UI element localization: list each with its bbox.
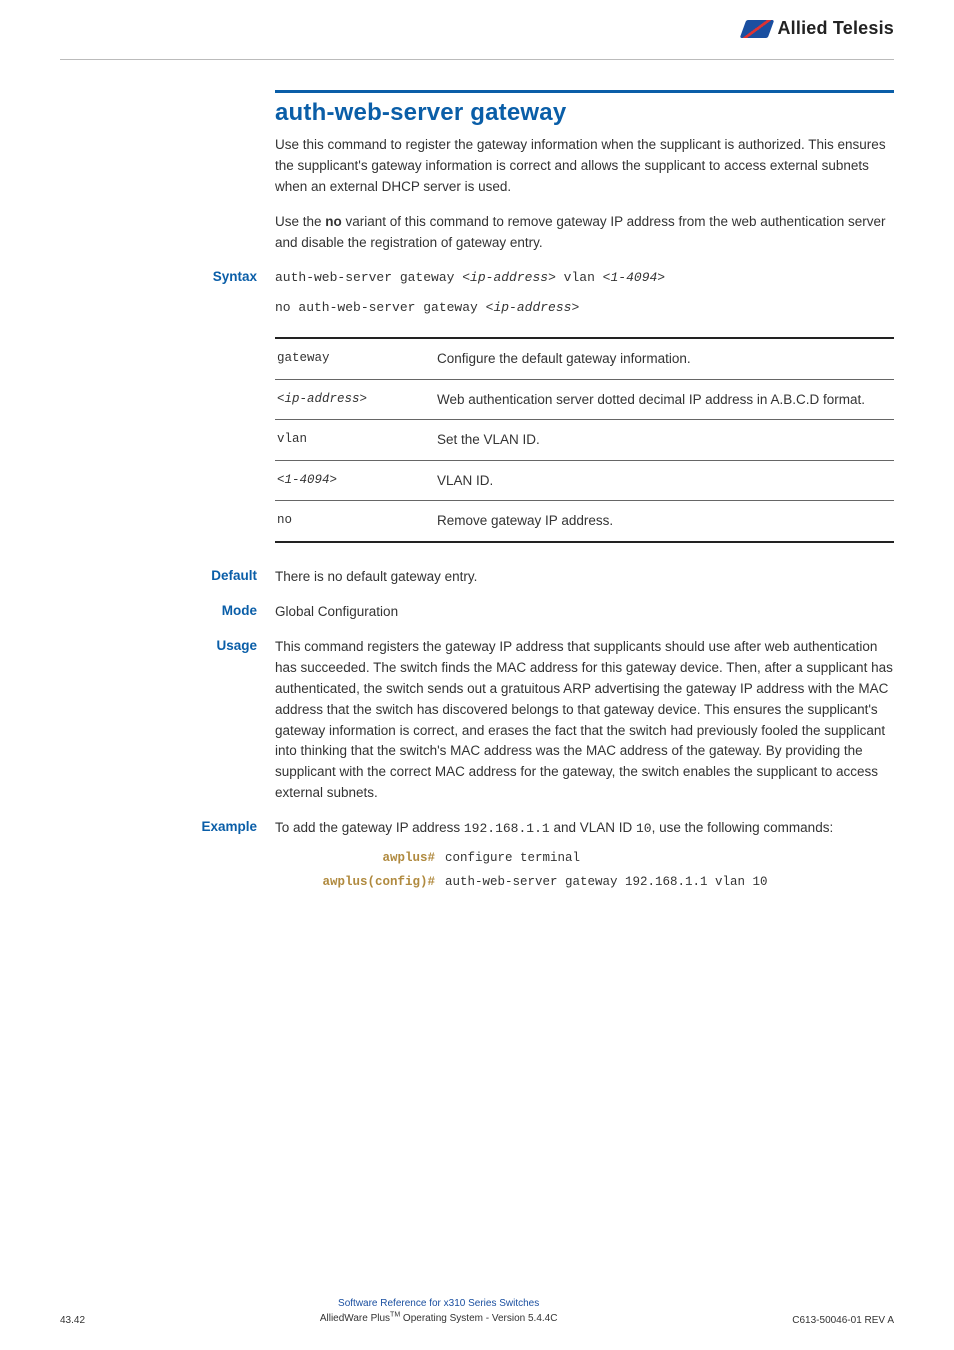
mode-label: Mode <box>60 602 275 623</box>
syntax-line-1: auth-web-server gateway <ip-address> vla… <box>275 268 894 289</box>
param-ipaddress: ip-address <box>470 270 548 285</box>
param-vlanrange: 1-4094 <box>610 270 657 285</box>
prompt: awplus(config)# <box>275 873 445 892</box>
syntax-label: Syntax <box>60 268 275 553</box>
command-line: awplus(config)#auth-web-server gateway 1… <box>275 873 894 892</box>
param-ipaddress: ip-address <box>493 300 571 315</box>
example-section: Example To add the gateway IP address 19… <box>275 818 894 896</box>
param-name: vlan <box>275 420 435 461</box>
intro-paragraph-2: Use the no variant of this command to re… <box>275 212 894 254</box>
footer-line-1: Software Reference for x310 Series Switc… <box>85 1297 792 1311</box>
param-name: <1-4094> <box>275 460 435 501</box>
example-ip: 192.168.1.1 <box>464 821 550 836</box>
prompt: awplus# <box>275 849 445 868</box>
param-name: gateway <box>275 338 435 379</box>
table-row: vlanSet the VLAN ID. <box>275 420 894 461</box>
param-desc: Remove gateway IP address. <box>435 501 894 542</box>
brand-logo: Allied Telesis <box>743 18 894 39</box>
syntax-line-2: no auth-web-server gateway <ip-address> <box>275 298 894 319</box>
logo-text: Allied Telesis <box>777 18 894 39</box>
text: > <box>571 300 579 315</box>
text: auth-web-server gateway < <box>275 270 470 285</box>
parameter-table: gatewayConfigure the default gateway inf… <box>275 337 894 543</box>
example-vlan: 10 <box>636 821 652 836</box>
mode-section: Mode Global Configuration <box>275 602 894 623</box>
usage-text: This command registers the gateway IP ad… <box>275 637 894 804</box>
mode-text: Global Configuration <box>275 602 894 623</box>
syntax-section: Syntax auth-web-server gateway <ip-addre… <box>275 268 894 553</box>
footer-docid: C613-50046-01 REV A <box>792 1315 894 1326</box>
footer-product: AlliedWare PlusTM Operating System - Ver… <box>320 1313 558 1324</box>
logo-icon <box>740 20 775 38</box>
command-block: awplus#configure terminalawplus(config)#… <box>275 849 894 892</box>
param-desc: Web authentication server dotted decimal… <box>435 379 894 420</box>
text: variant of this command to remove gatewa… <box>275 214 886 250</box>
text: no auth-web-server gateway < <box>275 300 493 315</box>
table-row: noRemove gateway IP address. <box>275 501 894 542</box>
text: > vlan < <box>548 270 610 285</box>
text: Operating System - Version 5.4.4C <box>400 1313 557 1324</box>
command-line: awplus#configure terminal <box>275 849 894 868</box>
title-rule <box>275 90 894 93</box>
param-name: <ip-address> <box>275 379 435 420</box>
command: configure terminal <box>445 849 580 868</box>
table-row: <1-4094>VLAN ID. <box>275 460 894 501</box>
command: auth-web-server gateway 192.168.1.1 vlan… <box>445 873 768 892</box>
text: > <box>657 270 665 285</box>
footer-line-2: AlliedWare PlusTM Operating System - Ver… <box>85 1311 792 1326</box>
default-label: Default <box>60 567 275 588</box>
usage-label: Usage <box>60 637 275 804</box>
param-desc: Configure the default gateway informatio… <box>435 338 894 379</box>
param-desc: VLAN ID. <box>435 460 894 501</box>
table-row: gatewayConfigure the default gateway inf… <box>275 338 894 379</box>
example-label: Example <box>60 818 275 896</box>
param-desc: Set the VLAN ID. <box>435 420 894 461</box>
example-intro: To add the gateway IP address 192.168.1.… <box>275 818 894 839</box>
text: , use the following commands: <box>652 820 834 835</box>
page-title: auth-web-server gateway <box>275 99 894 127</box>
text: Use the <box>275 214 325 229</box>
default-text: There is no default gateway entry. <box>275 567 894 588</box>
page-footer: 43.42 Software Reference for x310 Series… <box>60 1297 894 1326</box>
page-header: Allied Telesis <box>60 0 894 60</box>
intro-paragraph-1: Use this command to register the gateway… <box>275 135 894 198</box>
text: AlliedWare Plus <box>320 1313 390 1324</box>
text: and VLAN ID <box>550 820 636 835</box>
table-row: <ip-address>Web authentication server do… <box>275 379 894 420</box>
text: To add the gateway IP address <box>275 820 464 835</box>
param-name: no <box>275 501 435 542</box>
default-section: Default There is no default gateway entr… <box>275 567 894 588</box>
footer-page-number: 43.42 <box>60 1315 85 1326</box>
no-keyword: no <box>325 214 342 229</box>
usage-section: Usage This command registers the gateway… <box>275 637 894 804</box>
